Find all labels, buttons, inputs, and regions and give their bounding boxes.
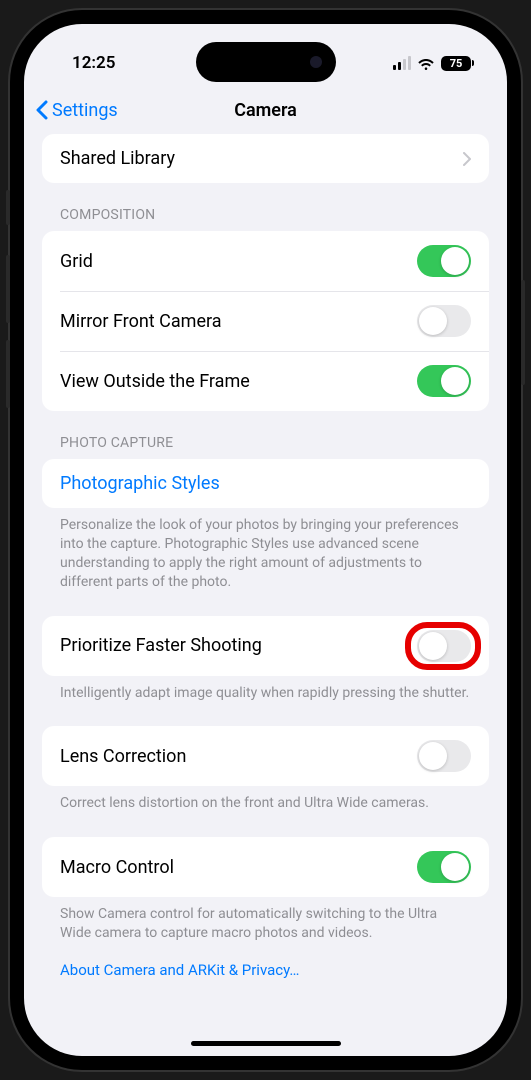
prioritize-faster-shooting-row: Prioritize Faster Shooting (42, 616, 489, 676)
chevron-left-icon (36, 100, 48, 120)
macro-control-toggle[interactable] (417, 851, 471, 883)
composition-group: Grid Mirror Front Camera View Outside th… (42, 231, 489, 411)
lens-correction-row: Lens Correction (42, 726, 489, 786)
back-label: Settings (52, 100, 118, 121)
status-icons: 75 (393, 56, 471, 71)
outside-frame-label: View Outside the Frame (60, 371, 250, 392)
side-button (6, 190, 10, 225)
dynamic-island (196, 42, 336, 82)
page-title: Camera (234, 100, 297, 121)
prioritize-footer: Intelligently adapt image quality when r… (42, 676, 489, 703)
prioritize-toggle[interactable] (417, 630, 471, 662)
nav-bar: Settings Camera (24, 86, 507, 134)
macro-control-footer: Show Camera control for automatically sw… (42, 897, 489, 943)
composition-header: COMPOSITION (42, 183, 489, 231)
screen: 12:25 75 (24, 24, 507, 1056)
outside-frame-row: View Outside the Frame (42, 351, 489, 411)
lens-correction-group: Lens Correction (42, 726, 489, 786)
photo-capture-header: PHOTO CAPTURE (42, 411, 489, 459)
side-button (6, 255, 10, 323)
battery-level: 75 (450, 57, 463, 70)
side-button (521, 280, 525, 385)
prioritize-group: Prioritize Faster Shooting (42, 616, 489, 676)
macro-control-label: Macro Control (60, 857, 174, 878)
privacy-link[interactable]: About Camera and ARKit & Privacy… (42, 943, 489, 997)
wifi-icon (417, 56, 435, 70)
photographic-styles-row[interactable]: Photographic Styles (42, 459, 489, 508)
mirror-label: Mirror Front Camera (60, 311, 222, 332)
shared-library-label: Shared Library (60, 148, 175, 169)
back-button[interactable]: Settings (36, 100, 118, 121)
shared-library-row[interactable]: Shared Library (42, 134, 489, 183)
lens-correction-toggle[interactable] (417, 740, 471, 772)
home-indicator[interactable] (191, 1041, 341, 1046)
prioritize-label: Prioritize Faster Shooting (60, 635, 262, 656)
phone-frame: 12:25 75 (10, 10, 521, 1070)
macro-control-row: Macro Control (42, 837, 489, 897)
chevron-right-icon (463, 152, 471, 166)
grid-toggle[interactable] (417, 245, 471, 277)
lens-correction-label: Lens Correction (60, 746, 186, 767)
settings-content[interactable]: Shared Library COMPOSITION Grid Mirror F… (24, 134, 507, 1028)
photographic-styles-group: Photographic Styles (42, 459, 489, 508)
lens-correction-footer: Correct lens distortion on the front and… (42, 786, 489, 813)
battery-icon: 75 (441, 56, 471, 71)
grid-row: Grid (42, 231, 489, 291)
cellular-icon (393, 56, 411, 70)
macro-control-group: Macro Control (42, 837, 489, 897)
outside-frame-toggle[interactable] (417, 365, 471, 397)
mirror-front-camera-row: Mirror Front Camera (42, 291, 489, 351)
mirror-toggle[interactable] (417, 305, 471, 337)
photographic-styles-label: Photographic Styles (60, 473, 220, 494)
status-time: 12:25 (72, 53, 115, 73)
photographic-styles-footer: Personalize the look of your photos by b… (42, 508, 489, 592)
shared-library-group: Shared Library (42, 134, 489, 183)
side-button (6, 340, 10, 408)
grid-label: Grid (60, 251, 93, 272)
